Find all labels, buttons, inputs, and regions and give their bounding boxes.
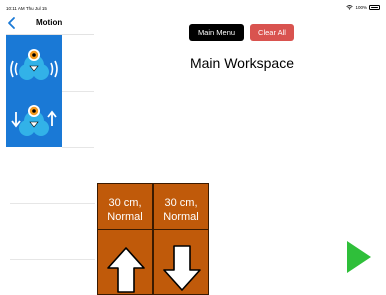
clear-all-button[interactable]: Clear All (250, 24, 294, 41)
main-menu-button[interactable]: Main Menu (189, 24, 244, 41)
arrow-up-icon (107, 247, 145, 293)
block-speed-label: Normal (163, 211, 199, 223)
panel-row-divider (62, 91, 94, 92)
palette-block-move[interactable] (6, 91, 62, 147)
arrow-down-icon (163, 245, 201, 291)
program-block-backward[interactable]: 30 cm, Normal (153, 183, 209, 295)
robot-move-icon (11, 105, 57, 136)
panel-row-divider (62, 147, 94, 148)
panel-title: Motion (36, 18, 63, 27)
block-palette (6, 35, 62, 147)
battery-percent: 100% (355, 5, 367, 10)
status-time: 10:11 AM Thu Jul 15 (6, 6, 47, 11)
block-distance-label: 30 cm, (108, 197, 142, 209)
app-screen: 10:11 AM Thu Jul 15 100% Motion Main Men… (0, 0, 386, 295)
status-indicators: 100% (346, 5, 380, 10)
program-block-forward[interactable]: 30 cm, Normal (97, 183, 153, 295)
back-chevron-icon[interactable] (6, 16, 18, 30)
workspace-guide-line (10, 203, 95, 204)
battery-icon (369, 5, 380, 10)
block-label: 30 cm, Normal (98, 184, 152, 230)
block-speed-label: Normal (107, 211, 143, 223)
block-label: 30 cm, Normal (154, 184, 208, 230)
palette-block-wiggle[interactable] (6, 35, 62, 91)
wifi-icon (346, 5, 354, 10)
block-distance-label: 30 cm, (164, 197, 198, 209)
workspace-guide-line (10, 259, 95, 260)
robot-wiggle-icon (10, 49, 58, 80)
workspace-title: Main Workspace (189, 55, 294, 71)
play-icon[interactable] (346, 240, 372, 274)
